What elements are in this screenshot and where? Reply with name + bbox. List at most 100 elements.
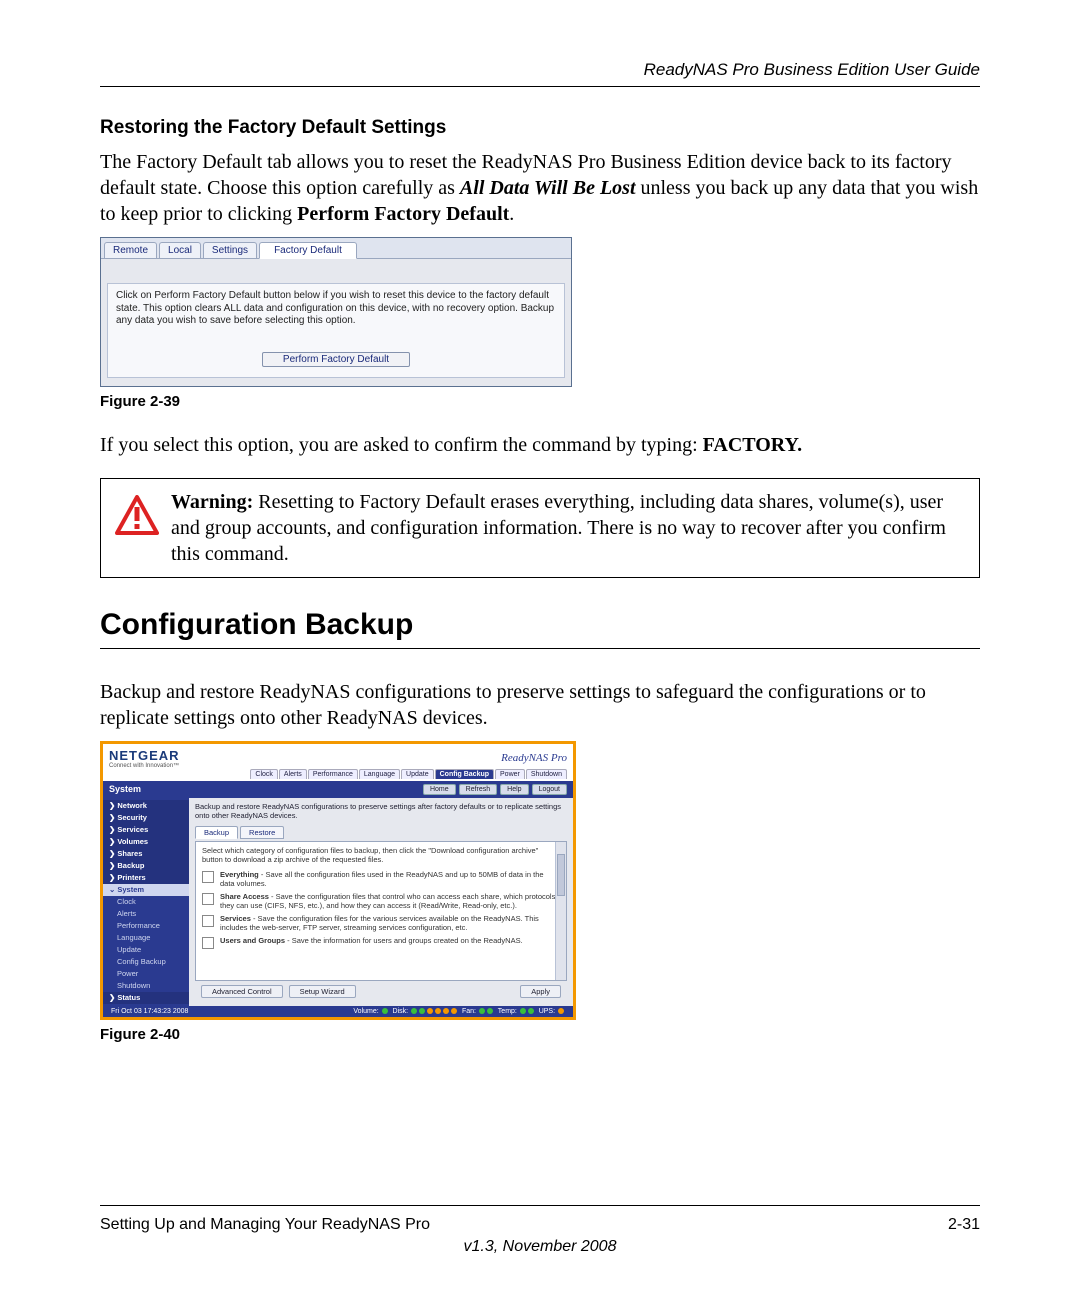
status-datetime: Fri Oct 03 17:43:23 2008 — [111, 1008, 188, 1015]
heading-config-backup: Configuration Backup — [100, 608, 980, 642]
sidebar-label: Volumes — [117, 837, 148, 846]
netgear-tagline: Connect with Innovation™ — [109, 763, 180, 769]
tab-settings[interactable]: Settings — [203, 242, 257, 258]
sidebar-item-alerts[interactable]: Alerts — [103, 908, 189, 920]
perform-factory-default-button[interactable]: Perform Factory Default — [262, 352, 410, 367]
toptab-language[interactable]: Language — [359, 769, 400, 779]
toptab-clock[interactable]: Clock — [250, 769, 278, 779]
status-bar: Fri Oct 03 17:43:23 2008 Volume: Disk: F… — [103, 1006, 573, 1017]
status-dot-icon — [487, 1008, 493, 1014]
p1-b: All Data Will Be Lost — [460, 177, 636, 199]
tab-local[interactable]: Local — [159, 242, 201, 258]
apply-button[interactable]: Apply — [520, 985, 561, 998]
sidebar-item-power[interactable]: Power — [103, 968, 189, 980]
p2-a: If you select this option, you are asked… — [100, 434, 703, 456]
footer-page-number: 2-31 — [948, 1216, 980, 1234]
p2-b: FACTORY. — [703, 434, 803, 456]
toptab-alerts[interactable]: Alerts — [279, 769, 307, 779]
fig40-header: NETGEAR Connect with Innovation™ ReadyNA… — [103, 744, 573, 769]
warning-body: Resetting to Factory Default erases ever… — [171, 491, 946, 565]
doc-header: ReadyNAS Pro Business Edition User Guide — [100, 60, 980, 80]
status-dot-icon — [382, 1008, 388, 1014]
paragraph-3: Backup and restore ReadyNAS configuratio… — [100, 679, 980, 731]
option-share-access: Share Access - Save the configuration fi… — [220, 892, 560, 910]
tab-factory-default[interactable]: Factory Default — [259, 242, 357, 259]
scrollbar-thumb[interactable] — [557, 854, 565, 896]
footer-left: Setting Up and Managing Your ReadyNAS Pr… — [100, 1216, 430, 1234]
status-dot-icon — [419, 1008, 425, 1014]
p1-e: . — [509, 203, 514, 225]
sidebar-item-shutdown[interactable]: Shutdown — [103, 980, 189, 992]
sidebar: ❯ Network ❯ Security ❯ Services ❯ Volume… — [103, 798, 189, 1006]
home-button[interactable]: Home — [423, 784, 456, 795]
status-ups: UPS: — [539, 1008, 555, 1015]
status-dot-icon — [479, 1008, 485, 1014]
checkbox-users-groups[interactable] — [202, 937, 214, 949]
sidebar-item-network[interactable]: ❯ Network — [103, 800, 189, 812]
scrollbar[interactable] — [555, 842, 566, 980]
toptab-update[interactable]: Update — [401, 769, 434, 779]
product-name: ReadyNAS Pro — [501, 752, 567, 764]
fig40-content: Backup and restore ReadyNAS configuratio… — [189, 798, 573, 1006]
warning-icon — [115, 495, 159, 540]
subtab-restore[interactable]: Restore — [240, 826, 284, 839]
help-button[interactable]: Help — [500, 784, 528, 795]
figure-2-40: NETGEAR Connect with Innovation™ ReadyNA… — [100, 741, 980, 1020]
sidebar-item-clock[interactable]: Clock — [103, 896, 189, 908]
sidebar-item-system[interactable]: ⌄ System — [103, 884, 189, 896]
setup-wizard-button[interactable]: Setup Wizard — [289, 985, 356, 998]
status-dot-icon — [411, 1008, 417, 1014]
sidebar-item-performance[interactable]: Performance — [103, 920, 189, 932]
section-heading: Restoring the Factory Default Settings — [100, 117, 980, 139]
option-users-groups: Users and Groups - Save the information … — [220, 936, 523, 949]
logout-button[interactable]: Logout — [532, 784, 567, 795]
fig40-content-desc: Backup and restore ReadyNAS configuratio… — [195, 802, 567, 820]
refresh-button[interactable]: Refresh — [459, 784, 498, 795]
fig40-panel-desc: Select which category of configuration f… — [202, 846, 560, 864]
toptab-power[interactable]: Power — [495, 769, 525, 779]
checkbox-services[interactable] — [202, 915, 214, 927]
sidebar-label: Backup — [117, 861, 144, 870]
header-rule — [100, 86, 980, 87]
toptab-shutdown[interactable]: Shutdown — [526, 769, 567, 779]
fig39-spacer — [101, 259, 571, 283]
checkbox-share-access[interactable] — [202, 893, 214, 905]
sidebar-label: Security — [117, 813, 147, 822]
tab-remote[interactable]: Remote — [104, 242, 157, 258]
toptab-performance[interactable]: Performance — [308, 769, 358, 779]
status-dot-icon — [528, 1008, 534, 1014]
sidebar-item-shares[interactable]: ❯ Shares — [103, 848, 189, 860]
sidebar-item-status[interactable]: ❯ Status — [103, 992, 189, 1004]
sidebar-item-services[interactable]: ❯ Services — [103, 824, 189, 836]
advanced-control-button[interactable]: Advanced Control — [201, 985, 283, 998]
status-dot-icon — [435, 1008, 441, 1014]
toptab-config-backup[interactable]: Config Backup — [435, 769, 494, 779]
paragraph-2: If you select this option, you are asked… — [100, 432, 980, 458]
fig40-title: System — [109, 784, 141, 794]
option-everything: Everything - Everything - Save all the c… — [220, 870, 560, 888]
sidebar-item-volumes[interactable]: ❯ Volumes — [103, 836, 189, 848]
netgear-logo: NETGEAR — [109, 748, 180, 763]
sidebar-label: System — [117, 885, 144, 894]
status-temp: Temp: — [498, 1008, 517, 1015]
sidebar-item-backup[interactable]: ❯ Backup — [103, 860, 189, 872]
warning-box: Warning: Resetting to Factory Default er… — [100, 478, 980, 578]
sidebar-label: Shares — [117, 849, 142, 858]
sidebar-item-security[interactable]: ❯ Security — [103, 812, 189, 824]
sidebar-item-language[interactable]: Language — [103, 932, 189, 944]
status-dot-icon — [443, 1008, 449, 1014]
warning-label: Warning: — [171, 491, 253, 513]
sidebar-item-printers[interactable]: ❯ Printers — [103, 872, 189, 884]
sidebar-label: Services — [117, 825, 148, 834]
sidebar-item-config-backup[interactable]: Config Backup — [103, 956, 189, 968]
sidebar-label: Status — [117, 993, 140, 1002]
fig40-bottom-bar: Advanced Control Setup Wizard Apply — [195, 981, 567, 1002]
sidebar-label: Printers — [117, 873, 145, 882]
subtab-backup[interactable]: Backup — [195, 826, 238, 839]
fig40-top-tabs: Clock Alerts Performance Language Update… — [103, 769, 573, 781]
fig40-panel: Select which category of configuration f… — [195, 841, 567, 981]
figure-2-40-caption: Figure 2-40 — [100, 1026, 980, 1043]
checkbox-everything[interactable] — [202, 871, 214, 883]
fig39-tabstrip: Remote Local Settings Factory Default — [101, 238, 571, 259]
sidebar-item-update[interactable]: Update — [103, 944, 189, 956]
